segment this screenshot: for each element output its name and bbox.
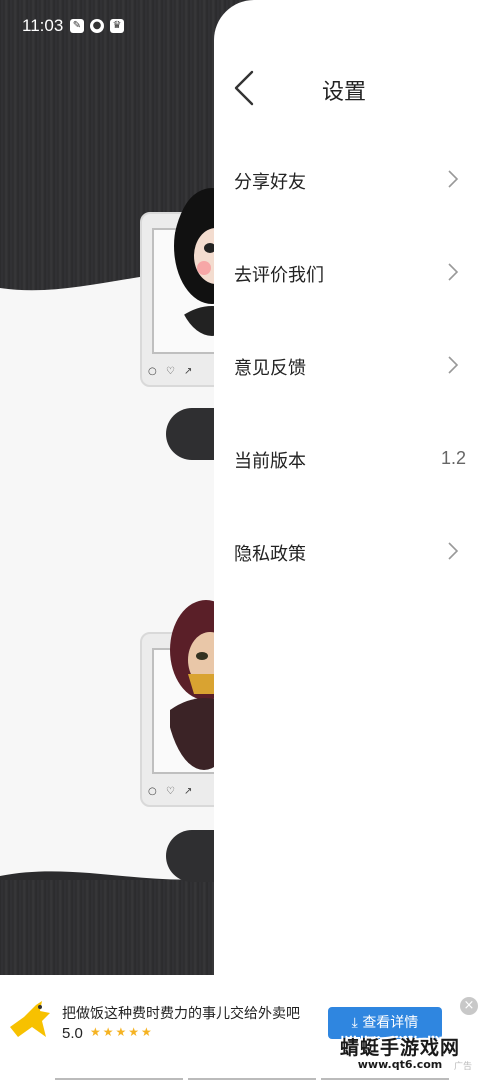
app-notification-icon: ✎ <box>70 19 84 33</box>
page-title: 设置 <box>322 80 367 105</box>
close-ad-icon[interactable]: × <box>460 997 478 1015</box>
settings-drawer: 设置 分享好友 去评价我们 意见反馈 当前版本 1.2 隐私政策 <box>214 0 480 975</box>
watermark-name: 蜻蜓手游戏网 <box>340 1037 461 1059</box>
menu-item-current-version: 当前版本 1.2 <box>214 411 480 504</box>
chevron-right-icon <box>448 263 459 281</box>
menu-item-label: 去评价我们 <box>234 265 324 286</box>
app-icon: ♛ <box>110 19 124 33</box>
status-bar: 11:03 ✎ ● ♛ <box>0 0 215 56</box>
back-arrow-icon[interactable] <box>228 68 264 108</box>
menu-item-label: 当前版本 <box>234 451 306 472</box>
menu-item-privacy-policy[interactable]: 隐私政策 <box>214 504 480 597</box>
chevron-right-icon <box>448 170 459 188</box>
menu-item-label: 分享好友 <box>234 172 306 193</box>
phone-icons: ○ ♡ ↗ <box>148 786 196 797</box>
ad-title: 把做饭这种费时费力的事儿交给外卖吧 <box>62 1006 300 1022</box>
settings-menu: 分享好友 去评价我们 意见反馈 当前版本 1.2 隐私政策 <box>214 132 480 597</box>
status-time: 11:03 <box>22 16 64 35</box>
view-details-label: 查看详情 <box>362 1015 419 1031</box>
message-icon: ● <box>90 19 104 33</box>
menu-item-label: 隐私政策 <box>234 544 306 565</box>
phone-icons: ○ ♡ ↗ <box>148 366 196 377</box>
site-watermark: 蜻蜓手游戏网 www.qt6.com <box>340 1033 460 1071</box>
ad-app-logo-icon <box>10 1001 50 1037</box>
chevron-right-icon <box>448 356 459 374</box>
settings-header: 设置 <box>214 58 480 118</box>
menu-item-share-friends[interactable]: 分享好友 <box>214 132 480 225</box>
menu-item-feedback[interactable]: 意见反馈 <box>214 318 480 411</box>
menu-item-label: 意见反馈 <box>234 358 306 379</box>
chevron-right-icon <box>448 542 459 560</box>
watermark-url: www.qt6.com <box>357 1058 443 1071</box>
download-icon: ⤓ <box>351 1015 363 1031</box>
ad-rating: 5.0 <box>62 1025 83 1042</box>
star-rating-icon: ★★★★★ <box>90 1025 154 1039</box>
menu-item-rate-us[interactable]: 去评价我们 <box>214 225 480 318</box>
version-value: 1.2 <box>440 448 466 468</box>
